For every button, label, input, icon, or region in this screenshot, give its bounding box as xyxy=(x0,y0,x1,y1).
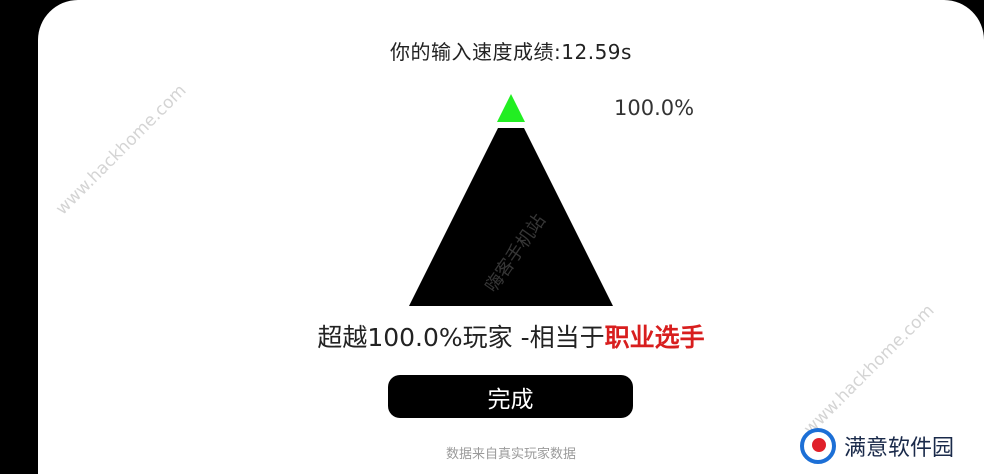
logo-text: 满意软件园 xyxy=(844,436,955,461)
pyramid-body xyxy=(409,128,613,306)
result-card: 你的输入速度成绩:12.59s 100.0% 超越100.0%玩家 -相当于职业… xyxy=(38,0,984,474)
result-summary: 超越100.0%玩家 -相当于职业选手 xyxy=(38,318,984,354)
publisher-logo: 满意软件园 xyxy=(800,428,954,464)
done-button[interactable]: 完成 xyxy=(388,375,633,418)
speed-score-title: 你的输入速度成绩:12.59s xyxy=(390,40,632,64)
pyramid-top-tier xyxy=(497,94,525,122)
percentile-label: 100.0% xyxy=(614,96,695,120)
site-watermark-left: www.hackhome.com xyxy=(52,80,191,220)
rank-title: 职业选手 xyxy=(604,323,705,352)
rank-pyramid xyxy=(409,94,613,306)
logo-mark-icon xyxy=(800,428,836,464)
game-result-screen: 你的输入速度成绩:12.59s 100.0% 超越100.0%玩家 -相当于职业… xyxy=(0,0,984,474)
summary-text: 超越100.0%玩家 -相当于 xyxy=(317,323,605,352)
